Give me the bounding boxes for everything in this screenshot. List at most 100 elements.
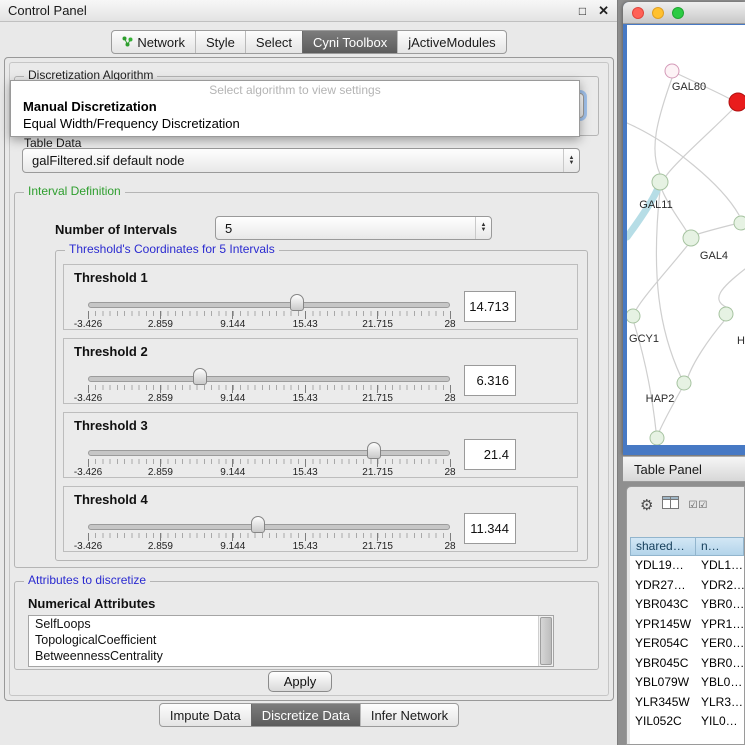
threshold-3-value-field[interactable] [464, 439, 516, 470]
major-tick [377, 533, 378, 541]
table-row[interactable]: YBR043CYBR0… [630, 595, 744, 615]
threshold-2-panel: Threshold 2-3.4262.8599.14415.4321.71528 [63, 338, 578, 404]
node-label: HAP2 [646, 393, 675, 405]
close-icon[interactable]: ✕ [598, 3, 609, 19]
gear-icon[interactable]: ⚙ [640, 496, 653, 514]
number-of-intervals-label: Number of Intervals [55, 222, 177, 237]
network-node-gal4[interactable] [683, 230, 699, 246]
tick-label: 2.859 [148, 319, 173, 330]
attribute-list-item[interactable]: TopologicalCoefficient [29, 632, 553, 648]
tick-label: 28 [444, 467, 455, 478]
node-label: H [737, 335, 745, 347]
select-rows-icons[interactable]: ☑☑ [688, 500, 708, 511]
network-edge[interactable] [719, 269, 745, 309]
attribute-list-item[interactable]: SelfLoops [29, 616, 553, 632]
close-traffic-light-icon[interactable] [632, 7, 644, 19]
table-row[interactable]: YER054CYER0… [630, 634, 744, 654]
slider-track[interactable] [88, 524, 450, 530]
table-row[interactable]: YBR045CYBR0… [630, 654, 744, 674]
table-cell: YLR345W [630, 693, 696, 713]
network-node[interactable] [650, 431, 664, 445]
table-cell: YDL19… [630, 556, 696, 576]
slider-minor-ticks [88, 385, 450, 390]
tab-impute-data[interactable]: Impute Data [160, 704, 251, 726]
tab-jactivemodules[interactable]: jActiveModules [397, 31, 505, 53]
network-node-gal80[interactable] [665, 64, 679, 78]
attribute-list-item[interactable]: BetweennessCentrality [29, 648, 553, 664]
tab-infer-network[interactable]: Infer Network [360, 704, 458, 726]
network-node-gal11[interactable] [652, 174, 668, 190]
network-node-hap2[interactable] [677, 376, 691, 390]
tab-select[interactable]: Select [245, 31, 302, 53]
highlighted-edge[interactable] [627, 188, 658, 237]
threshold-2-value-field[interactable] [464, 365, 516, 396]
slider-thumb[interactable] [290, 294, 304, 311]
major-tick [450, 533, 451, 541]
table-data-select[interactable]: galFiltered.sif default node ▲▼ [22, 148, 580, 173]
network-edge[interactable] [698, 224, 735, 234]
threshold-3-panel: Threshold 3-3.4262.8599.14415.4321.71528 [63, 412, 578, 478]
threshold-4-value-field[interactable] [464, 513, 516, 544]
slider-track[interactable] [88, 376, 450, 382]
tab-network[interactable]: Network [112, 31, 195, 53]
threshold-2-slider[interactable]: -3.4262.8599.14415.4321.71528 [88, 339, 450, 405]
column-header-1[interactable]: n… [696, 537, 744, 556]
major-tick [305, 533, 306, 541]
number-of-intervals-select[interactable]: 5 ▲▼ [215, 216, 492, 240]
threshold-1-value-field[interactable] [464, 291, 516, 322]
table-cell: YDR27… [630, 576, 696, 596]
network-node-h[interactable] [719, 307, 733, 321]
table-row[interactable]: YDL19…YDL1… [630, 556, 744, 576]
apply-button[interactable]: Apply [268, 671, 332, 692]
network-node-gcy1[interactable] [627, 309, 640, 323]
network-edge[interactable] [662, 190, 687, 232]
table-cell: YLR3… [696, 693, 744, 713]
threshold-1-slider[interactable]: -3.4262.8599.14415.4321.71528 [88, 265, 450, 331]
table-cell: YBR0… [696, 654, 744, 674]
table-row[interactable]: YPR145WYPR1… [630, 615, 744, 635]
slider-track[interactable] [88, 302, 450, 308]
table-row[interactable]: YLR345WYLR3… [630, 693, 744, 713]
threshold-3-slider[interactable]: -3.4262.8599.14415.4321.71528 [88, 413, 450, 479]
table-row[interactable]: YIL052CYIL0… [630, 712, 744, 732]
tab-cyni-toolbox[interactable]: Cyni Toolbox [302, 31, 397, 53]
tab-style[interactable]: Style [195, 31, 245, 53]
minimize-traffic-light-icon[interactable] [652, 7, 664, 19]
table-cell: YER0… [696, 634, 744, 654]
network-node[interactable] [729, 93, 745, 111]
major-tick [305, 311, 306, 319]
threshold-4-slider[interactable]: -3.4262.8599.14415.4321.71528 [88, 487, 450, 553]
table-cell: YBR043C [630, 595, 696, 615]
float-window-icon[interactable]: □ [579, 4, 586, 18]
columns-icon[interactable] [662, 496, 679, 514]
column-header-0[interactable]: shared… [630, 537, 696, 556]
tick-label: 9.144 [220, 319, 245, 330]
table-row[interactable]: YDR27…YDR2… [630, 576, 744, 596]
node-label: GAL80 [672, 81, 706, 93]
list-scrollbar[interactable] [538, 616, 553, 666]
slider-thumb[interactable] [367, 442, 381, 459]
slider-thumb[interactable] [193, 368, 207, 385]
slider-minor-ticks [88, 533, 450, 538]
network-node[interactable] [734, 216, 745, 230]
table-panel-window: ⚙ ☑☑ shared…n… YDL19…YDL1…YDR27…YDR2…YBR… [626, 486, 745, 745]
bottom-tab-bar: Impute DataDiscretize DataInfer Network [159, 703, 459, 727]
network-edge[interactable] [636, 246, 687, 310]
network-canvas[interactable]: GAL80GAL11GAL4GCY1HHAP2 [627, 25, 745, 445]
major-tick [160, 459, 161, 467]
attributes-list[interactable]: SelfLoopsTopologicalCoefficientBetweenne… [28, 615, 554, 667]
slider-track[interactable] [88, 450, 450, 456]
popup-item-manual-discretization[interactable]: Manual Discretization [11, 98, 579, 115]
network-edge[interactable] [666, 109, 733, 176]
zoom-traffic-light-icon[interactable] [672, 7, 684, 19]
major-tick [232, 459, 233, 467]
slider-thumb[interactable] [251, 516, 265, 533]
tick-label: 2.859 [148, 467, 173, 478]
tab-discretize-data[interactable]: Discretize Data [251, 704, 360, 726]
network-edge[interactable] [688, 321, 724, 377]
table-row[interactable]: YBL079WYBL0… [630, 673, 744, 693]
tab-label: jActiveModules [408, 35, 495, 50]
popup-item-equal-width-frequency[interactable]: Equal Width/Frequency Discretization [11, 115, 579, 132]
scrollbar-thumb[interactable] [540, 617, 552, 665]
network-edge[interactable] [655, 78, 672, 174]
